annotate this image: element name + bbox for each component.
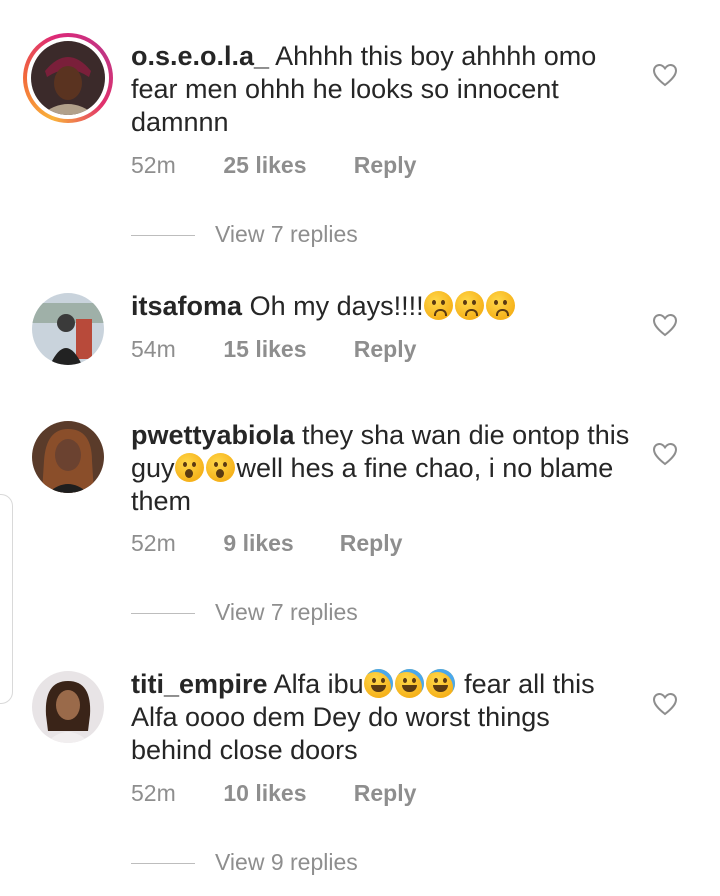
comment-text: titi_empire Alfa ibu fear all this Alfa …	[131, 668, 631, 767]
story-ring[interactable]	[23, 33, 113, 123]
comment-meta: 52m 9 likes Reply	[131, 530, 402, 557]
likes-count[interactable]: 15 likes	[223, 336, 347, 363]
timestamp: 54m	[131, 336, 176, 362]
avatar[interactable]	[32, 671, 104, 743]
comment-meta: 52m 10 likes Reply	[131, 780, 416, 807]
astonished-face-icon	[205, 453, 235, 482]
username[interactable]: pwettyabiola	[131, 420, 295, 450]
comment-body: Oh my days!!!!	[249, 291, 424, 321]
replies-divider	[131, 235, 195, 237]
comment-text: pwettyabiola they sha wan die ontop this…	[131, 419, 631, 518]
tears-of-joy-face-icon	[425, 669, 455, 698]
view-replies-label: View 7 replies	[215, 221, 358, 247]
like-heart-icon[interactable]	[652, 692, 678, 716]
crying-face-icon	[454, 291, 484, 320]
view-replies-button[interactable]: View 7 replies	[131, 221, 358, 248]
like-heart-icon[interactable]	[652, 63, 678, 87]
replies-divider	[131, 613, 195, 615]
likes-count[interactable]: 9 likes	[223, 530, 333, 557]
reply-button[interactable]: Reply	[354, 152, 417, 179]
view-replies-label: View 7 replies	[215, 599, 358, 625]
view-replies-button[interactable]: View 7 replies	[131, 599, 358, 626]
comment-text: o.s.e.o.l.a_ Ahhhh this boy ahhhh omo fe…	[131, 40, 631, 139]
view-replies-button[interactable]: View 9 replies	[131, 849, 358, 876]
username[interactable]: titi_empire	[131, 669, 268, 699]
avatar[interactable]	[32, 293, 104, 365]
timestamp: 52m	[131, 780, 176, 806]
like-heart-icon[interactable]	[652, 442, 678, 466]
reply-button[interactable]: Reply	[354, 780, 417, 807]
timestamp: 52m	[131, 530, 176, 556]
like-heart-icon[interactable]	[652, 313, 678, 337]
crying-face-icon	[423, 291, 453, 320]
astonished-face-icon	[174, 453, 204, 482]
comment-meta: 54m 15 likes Reply	[131, 336, 416, 363]
username[interactable]: itsafoma	[131, 291, 242, 321]
crying-face-icon	[485, 291, 515, 320]
likes-count[interactable]: 10 likes	[223, 780, 347, 807]
likes-count[interactable]: 25 likes	[223, 152, 347, 179]
tears-of-joy-face-icon	[363, 669, 393, 698]
comment-meta: 52m 25 likes Reply	[131, 152, 416, 179]
comment-text: itsafoma Oh my days!!!!	[131, 290, 631, 323]
side-panel-edge[interactable]	[0, 494, 13, 704]
replies-divider	[131, 863, 195, 865]
reply-button[interactable]: Reply	[354, 336, 417, 363]
tears-of-joy-face-icon	[394, 669, 424, 698]
username[interactable]: o.s.e.o.l.a_	[131, 41, 269, 71]
comment-body: Alfa ibu	[273, 669, 364, 699]
avatar[interactable]	[31, 41, 105, 115]
view-replies-label: View 9 replies	[215, 849, 358, 875]
timestamp: 52m	[131, 152, 176, 178]
avatar[interactable]	[32, 421, 104, 493]
reply-button[interactable]: Reply	[340, 530, 403, 557]
